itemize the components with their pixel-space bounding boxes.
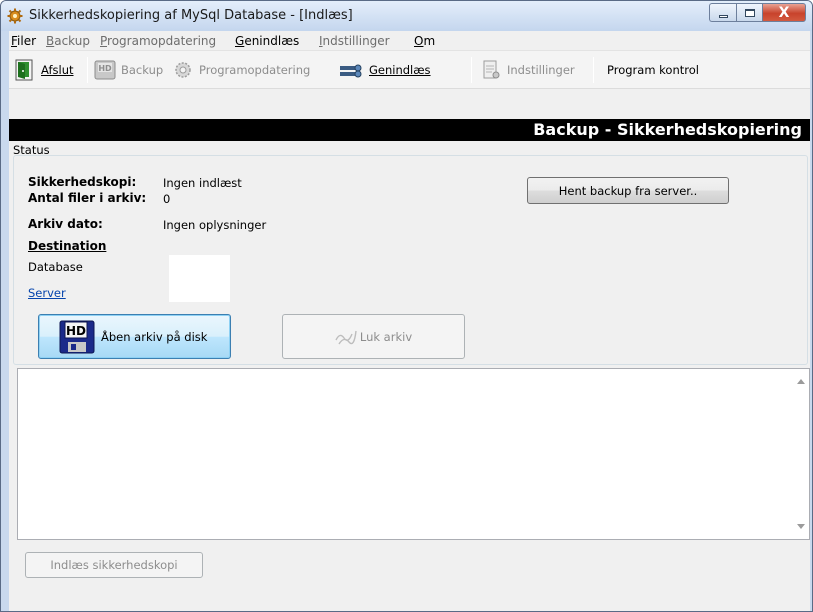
client-area: Filer Backup Programopdatering Genindlæs… <box>9 31 810 611</box>
scroll-up-arrow-icon[interactable] <box>797 379 805 384</box>
antal-filer-label: Antal filer i arkiv: <box>28 191 147 205</box>
aaben-arkiv-button[interactable]: HD Åben arkiv på disk <box>38 314 231 359</box>
genindlaes-label: Genindlæs <box>369 63 431 77</box>
hd-badge: HD <box>66 324 86 338</box>
status-group: Sikkerhedskopi: Ingen indlæst Antal file… <box>13 155 808 365</box>
exit-door-icon <box>15 59 33 81</box>
menu-genindlaes[interactable]: Genindlæs <box>235 34 299 48</box>
indstillinger-label: Indstillinger <box>507 63 575 77</box>
destination-preview <box>169 255 230 302</box>
svg-text:HD: HD <box>98 64 112 73</box>
settings-document-icon <box>483 60 500 79</box>
title-bar[interactable]: Sikkerhedskopiering af MySql Database - … <box>1 1 812 31</box>
database-label: Database <box>28 260 83 274</box>
menu-indstillinger[interactable]: Indstillinger <box>319 34 390 48</box>
sikkerhedskopi-label: Sikkerhedskopi: <box>28 175 137 189</box>
menu-programopdatering[interactable]: Programopdatering <box>100 34 216 48</box>
sikkerhedskopi-value: Ingen indlæst <box>163 176 242 190</box>
page-header: Backup - Sikkerhedskopiering <box>9 119 810 141</box>
window-controls: X <box>709 3 806 23</box>
hent-backup-label: Hent backup fra server.. <box>558 183 698 198</box>
app-window: Sikkerhedskopiering af MySql Database - … <box>0 0 813 612</box>
gears-icon <box>175 62 191 78</box>
indlaes-sikkerhedskopi-label: Indlæs sikkerhedskopi <box>50 558 178 572</box>
luk-arkiv-label: Luk arkiv <box>359 329 413 344</box>
log-textarea[interactable] <box>17 368 810 540</box>
minimize-button[interactable] <box>709 3 736 22</box>
hent-backup-button[interactable]: Hent backup fra server.. <box>527 177 729 204</box>
afslut-button[interactable]: Afslut <box>13 55 74 85</box>
maximize-icon <box>744 8 755 17</box>
toolbar-separator <box>593 57 594 83</box>
menu-om[interactable]: Om <box>414 34 435 48</box>
afslut-label: Afslut <box>41 63 74 77</box>
toolbar-separator <box>87 57 88 83</box>
scroll-down-arrow-icon[interactable] <box>797 524 805 529</box>
toolbar: Afslut HD Backup Programopdatering Genin… <box>9 51 810 89</box>
backup-label: Backup <box>121 63 164 77</box>
menu-filer[interactable]: Filer <box>11 34 36 48</box>
antal-filer-value: 0 <box>163 192 171 206</box>
menu-backup[interactable]: Backup <box>46 34 90 48</box>
indstillinger-button[interactable]: Indstillinger <box>479 55 575 85</box>
server-link[interactable]: Server <box>28 286 66 300</box>
scribble-icon <box>335 330 357 344</box>
toolbar-separator <box>471 57 472 83</box>
minimize-icon <box>718 14 728 18</box>
backup-button[interactable]: HD Backup <box>93 55 163 85</box>
hd-disk-icon: HD <box>94 60 116 80</box>
close-button[interactable]: X <box>762 3 806 22</box>
keys-icon <box>340 64 362 78</box>
app-gear-icon <box>7 8 23 24</box>
programopdatering-button[interactable]: Programopdatering <box>171 55 310 85</box>
genindlaes-button[interactable]: Genindlæs <box>335 55 431 85</box>
arkiv-dato-value: Ingen oplysninger <box>163 218 267 232</box>
luk-arkiv-button[interactable]: Luk arkiv <box>282 314 465 359</box>
destination-heading: Destination <box>28 239 107 253</box>
program-kontrol-label: Program kontrol <box>607 63 699 77</box>
indlaes-sikkerhedskopi-button[interactable]: Indlæs sikkerhedskopi <box>25 552 203 578</box>
program-kontrol-button[interactable]: Program kontrol <box>607 55 699 85</box>
programopdatering-label: Programopdatering <box>199 63 311 77</box>
close-icon: X <box>778 4 790 21</box>
hd-floppy-icon: HD <box>59 320 95 353</box>
arkiv-dato-label: Arkiv dato: <box>28 217 103 231</box>
aaben-arkiv-label: Åben arkiv på disk <box>101 329 208 344</box>
window-title: Sikkerhedskopiering af MySql Database - … <box>29 8 353 23</box>
menu-bar: Filer Backup Programopdatering Genindlæs… <box>9 31 810 51</box>
maximize-button[interactable] <box>736 3 762 22</box>
